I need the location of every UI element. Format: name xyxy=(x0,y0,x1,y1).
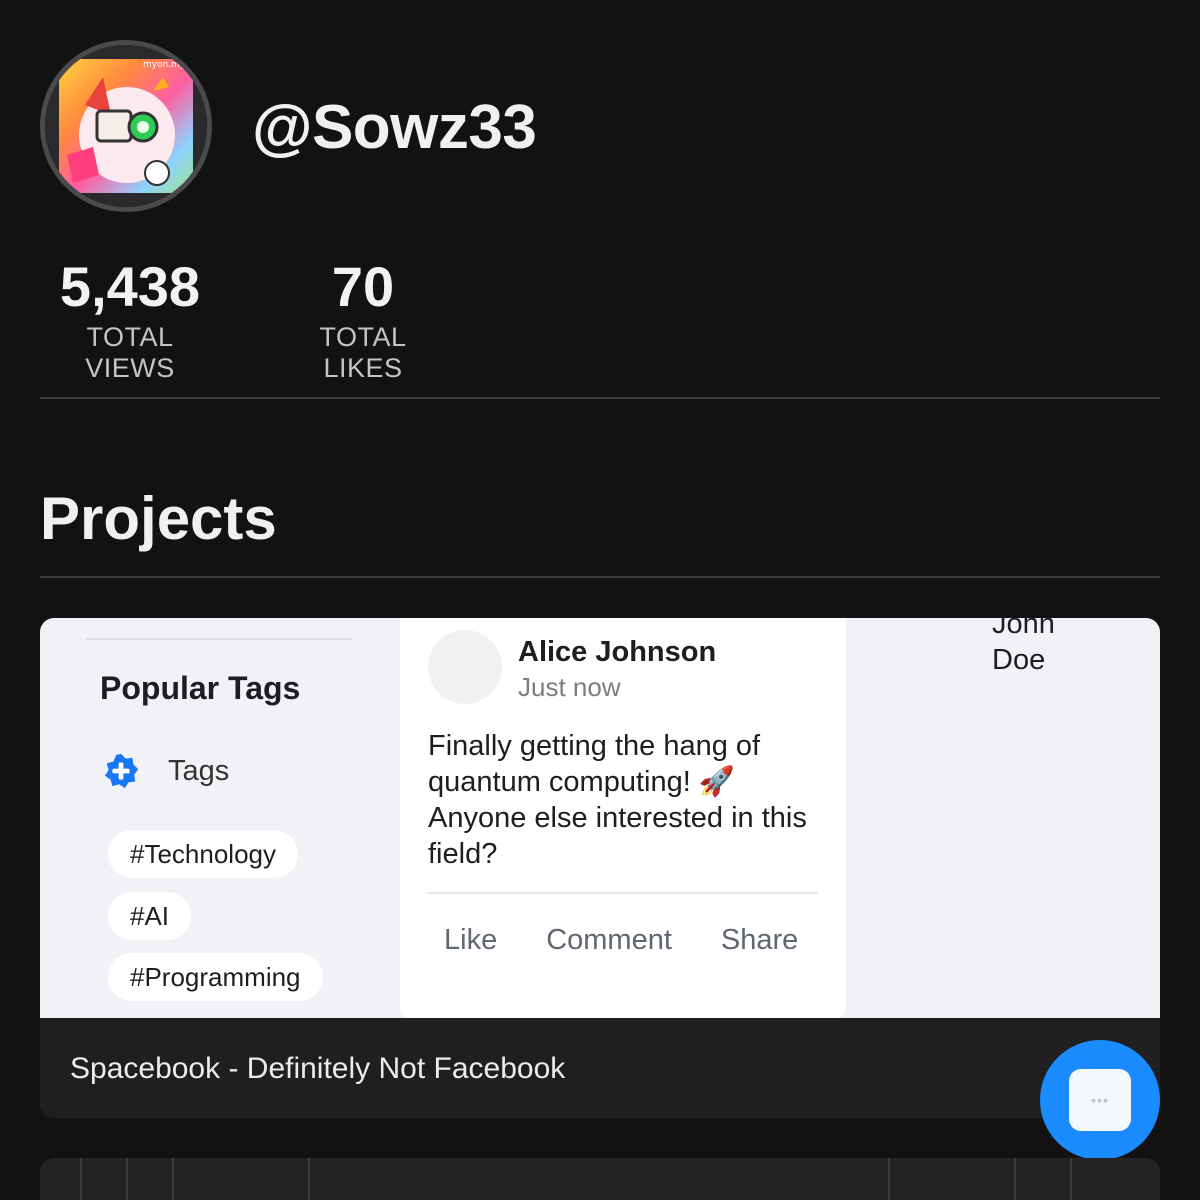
post-body: Finally getting the hang of quantum comp… xyxy=(428,730,807,870)
tags-label: Tags xyxy=(168,754,230,787)
avatar-watermark: myon.myo xyxy=(143,60,191,70)
profile-avatar[interactable]: myon.myo xyxy=(40,40,212,212)
projects-heading: Projects xyxy=(40,485,277,552)
total-views-value: 5,438 xyxy=(59,255,201,318)
tag-pill-technology[interactable]: #Technology xyxy=(108,830,298,878)
total-likes-stat: 70 TOTAL LIKES xyxy=(278,256,448,384)
badge-plus-icon xyxy=(104,753,139,789)
total-likes-label: TOTAL LIKES xyxy=(319,322,407,383)
projects-divider xyxy=(40,576,1160,578)
share-button[interactable]: Share xyxy=(721,924,798,957)
preview-sidebar-divider xyxy=(86,638,352,640)
more-icon: ••• xyxy=(1069,1069,1131,1131)
floating-action-button[interactable]: ••• xyxy=(1040,1040,1160,1160)
project-card[interactable]: Popular Tags Tags #Technology #AI #Progr… xyxy=(40,618,1160,1118)
avatar-image: myon.myo xyxy=(45,45,207,207)
tag-pill-ai[interactable]: #AI xyxy=(108,892,192,940)
project-card-2[interactable] xyxy=(40,1158,1160,1200)
username: @Sowz33 xyxy=(252,93,537,162)
project-card-footer: Spacebook - Definitely Not Facebook xyxy=(40,1018,1160,1118)
total-likes-value: 70 xyxy=(331,255,395,318)
post-card: Alice Johnson Just now Finally getting t… xyxy=(400,618,846,1018)
preview-stripe xyxy=(172,1158,174,1200)
like-button[interactable]: Like xyxy=(444,924,497,957)
profile-page: myon.myo @Sowz33 5,438 TOTAL VIEWS 70 TO… xyxy=(0,0,1200,1200)
preview-stripe xyxy=(888,1158,890,1200)
project-title[interactable]: Spacebook - Definitely Not Facebook xyxy=(70,1052,565,1086)
tag-pill-programming[interactable]: #Programming xyxy=(108,953,323,1001)
tags-row: Tags xyxy=(102,752,229,790)
preview-stripe xyxy=(126,1158,128,1200)
project-preview[interactable]: Popular Tags Tags #Technology #AI #Progr… xyxy=(40,618,1160,1018)
total-views-label: TOTAL VIEWS xyxy=(85,322,175,383)
post-author-avatar xyxy=(428,630,502,704)
post-timestamp: Just now xyxy=(518,672,621,702)
preview-stripe xyxy=(1014,1158,1016,1200)
preview-stripe xyxy=(80,1158,82,1200)
contact-name: John Doe xyxy=(992,618,1055,676)
stats-divider xyxy=(40,397,1160,399)
total-views-stat: 5,438 TOTAL VIEWS xyxy=(40,256,220,384)
post-actions: Like Comment Share xyxy=(444,924,798,957)
post-author-name: Alice Johnson xyxy=(518,636,717,668)
comment-button[interactable]: Comment xyxy=(546,924,672,957)
popular-tags-heading: Popular Tags xyxy=(100,670,301,706)
preview-stripe xyxy=(1070,1158,1072,1200)
post-divider xyxy=(428,892,818,894)
preview-stripe xyxy=(308,1158,310,1200)
